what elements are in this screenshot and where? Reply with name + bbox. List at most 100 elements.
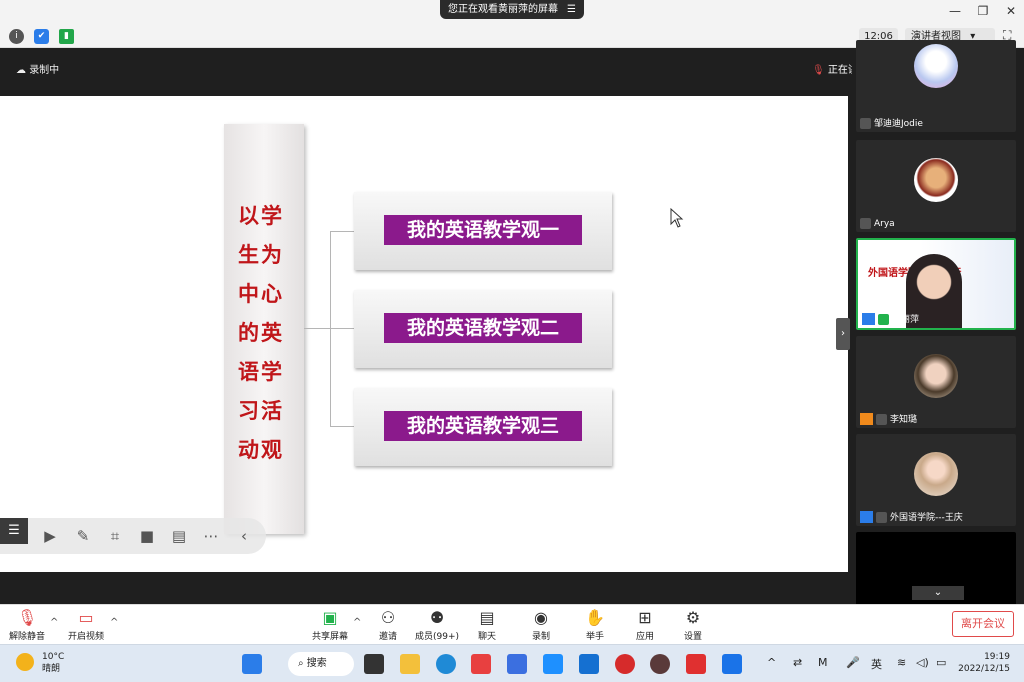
recording-indicator: ☁ 录制中 [16,61,59,76]
cloud-app-icon[interactable] [543,654,563,674]
mic-muted-icon [860,118,871,129]
slide-card-label: 我的英语教学观三 [384,411,582,441]
screenshot-icon[interactable]: ⌗ [105,526,125,546]
clock-time: 19:19 [984,652,1010,662]
netease-music-icon[interactable] [615,654,635,674]
chevron-down-icon[interactable]: ⌄ [912,586,964,600]
leave-meeting-button[interactable]: 离开会议 [952,611,1014,637]
mouse-cursor-icon [670,208,684,228]
bracket-line [330,231,354,232]
participant-name: Arya [860,218,895,229]
avatar [914,158,958,202]
shared-screen[interactable]: 以学生为中心的英语学习活动观 我的英语教学观一 我的英语教学观二 我的英语教学观… [0,96,848,572]
close-icon[interactable]: ✕ [1004,4,1018,18]
camera-icon[interactable]: ■ [137,526,157,546]
windows-start-icon[interactable] [242,654,262,674]
participant-tile[interactable]: 邹迪迪Jodie [856,40,1016,132]
info-icon[interactable]: i [9,29,24,44]
wifi-icon[interactable]: ≋ [897,656,906,669]
chevron-up-icon[interactable]: ^ [110,617,118,628]
bracket-line [330,231,331,427]
participant-tile[interactable]: 李知璐 [856,336,1016,428]
sync-icon[interactable]: ⇄ [793,656,802,669]
mic-muted-icon [876,413,887,425]
minimize-icon[interactable]: — [948,4,962,18]
mic-muted-icon: 🎙 [17,608,38,627]
participant-name: 黄丽萍 [862,312,919,325]
shield-icon[interactable]: ✔ [34,29,49,44]
signal-icon[interactable]: ▮ [59,29,74,44]
avatar [914,354,958,398]
meeting-top-bar: ☁ 录制中 🎙 正在讲话: 黄丽萍 [0,48,904,88]
menu-lines-icon[interactable]: ☰ [567,0,576,19]
mic-muted-icon: 🎙 [812,65,825,76]
pen-icon[interactable]: ✎ [73,526,93,546]
slide-card-label: 我的英语教学观二 [384,313,582,343]
ime-indicator[interactable]: 英 [871,656,882,672]
participant-name: 李知璐 [860,412,917,425]
avatar [914,452,958,496]
participant-tile[interactable]: 外国语学院---王庆 [856,434,1016,526]
play-icon[interactable]: ▶ [40,526,60,546]
comment-icon[interactable]: ▤ [169,526,189,546]
start-video-button[interactable]: ▭ 开启视频 [56,608,116,643]
task-view-icon[interactable] [364,654,384,674]
host-icon [862,313,875,325]
moon-icon [16,653,34,671]
mic-muted-icon [860,218,871,229]
gear-icon: ⚙ [685,608,701,627]
unmute-button[interactable]: 🎙 解除静音 [0,608,57,643]
slide-vertical-title: 以学生为中心的英语学习活动观 [238,203,284,462]
settings-button[interactable]: ⚙ 设置 [663,608,723,643]
participant-tile-active[interactable]: 外国语学院 名师讲坛 黄丽萍 [856,238,1016,330]
record-button[interactable]: ◉ 录制 [511,609,571,643]
participant-tile[interactable]: Arya [856,140,1016,232]
slide-title-column: 以学生为中心的英语学习活动观 [224,124,304,534]
annotation-toolbar: ● ▶ ✎ ⌗ ■ ▤ ⋯ ‹ [0,518,266,554]
title-bar: 您正在观看黄丽萍的屏幕 ☰ — ❐ ✕ [0,0,1024,26]
clock-date: 2022/12/15 [958,664,1010,674]
add-user-icon: ⚇ [380,608,396,627]
wps-icon[interactable] [686,654,706,674]
battery-icon[interactable]: ▭ [936,656,946,669]
slide-card: 我的英语教学观一 [354,192,612,270]
mic-active-icon [878,313,889,325]
chat-button[interactable]: ▤ 聊天 [457,609,517,643]
taskbar-search[interactable]: ⌕ 搜索 [288,652,354,676]
share-banner-text: 您正在观看黄丽萍的屏幕 [448,4,558,15]
taskbar: 10°C 晴朗 ⌕ 搜索 ^ ⇄ M 🎤 英 ≋ ◁) ▭ 19:19 2022… [0,644,1024,682]
hand-icon: ✋ [585,608,605,627]
app-tray-icon[interactable]: M [818,656,828,669]
more-icon[interactable]: ⋯ [201,526,221,546]
microphone-icon[interactable]: 🎤 [846,656,860,669]
chevron-up-icon[interactable]: ^ [767,656,776,669]
bracket-line [330,426,354,427]
share-banner[interactable]: 您正在观看黄丽萍的屏幕 ☰ [440,0,584,19]
collapse-icon[interactable]: ‹ [234,526,254,546]
cloud-icon: ☁ [16,65,30,76]
list-icon[interactable]: ☰ [0,518,28,544]
participant-name: 邹迪迪Jodie [860,116,923,129]
bracket-line [304,328,330,329]
clock[interactable]: 19:19 2022/12/15 [958,651,1010,675]
search-icon: ⌕ [298,658,307,669]
gallery-toggle-icon[interactable]: › [836,318,850,350]
share-screen-icon: ▣ [322,608,338,627]
file-explorer-icon[interactable] [400,654,420,674]
tencent-meeting-icon[interactable] [722,654,742,674]
restore-icon[interactable]: ❐ [976,4,990,18]
app-icon[interactable] [507,654,527,674]
huawei-icon[interactable] [471,654,491,674]
user-icon [860,413,873,425]
video-off-icon: ▭ [78,608,94,627]
avatar-app-icon[interactable] [650,654,670,674]
share-screen-button[interactable]: ▣ 共享屏幕 [300,608,360,643]
user-icon [860,511,873,523]
window-controls: — ❐ ✕ [948,4,1018,18]
volume-icon[interactable]: ◁) [916,656,929,669]
bracket-line [330,328,354,329]
weather-widget[interactable]: 10°C 晴朗 [16,651,64,675]
meeting-controls: 🎙 解除静音 ^ ▭ 开启视频 ^ ▣ 共享屏幕 ^ ⚇ 邀请 ⚉ 成员(99+… [0,604,1024,644]
edge-icon[interactable] [436,654,456,674]
store-icon[interactable] [579,654,599,674]
